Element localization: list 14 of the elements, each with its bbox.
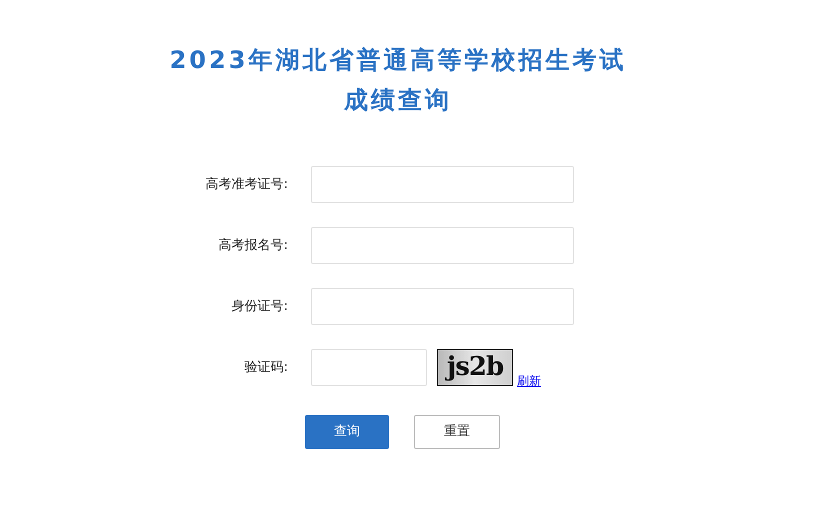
input-field[interactable] (311, 166, 574, 203)
reset-button[interactable]: 重置 (414, 415, 500, 449)
field-label: 高考报名号: (218, 236, 289, 255)
field-label: 身份证号: (230, 298, 289, 316)
field-label: 验证码: (244, 358, 289, 377)
captcha-input-field[interactable] (311, 349, 427, 386)
captcha-image: js2b (437, 349, 513, 386)
input-field[interactable] (311, 227, 574, 264)
query-button[interactable]: 查询 (305, 415, 389, 449)
refresh-link[interactable]: 刷新 (517, 374, 541, 388)
field-label: 高考准考证号: (204, 176, 289, 194)
page-title: 2023年湖北省普通高等学校招生考试 (170, 45, 626, 76)
input-field[interactable] (311, 288, 574, 325)
page-subtitle: 成绩查询 (344, 85, 452, 116)
